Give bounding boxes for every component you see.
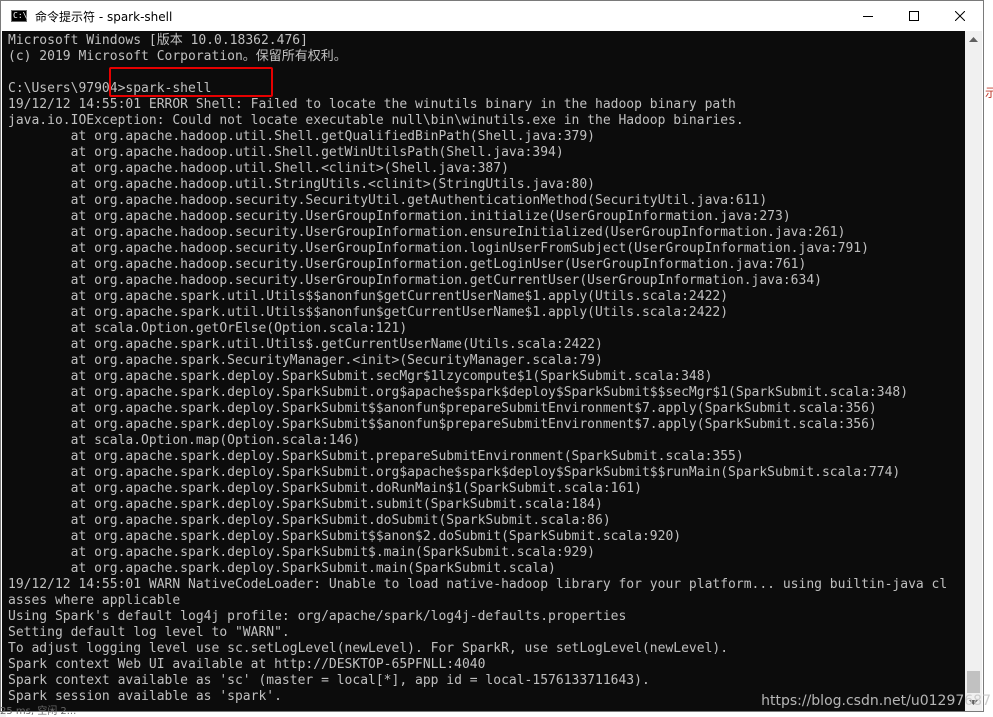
- console-line: Microsoft Windows [版本 10.0.18362.476]: [8, 33, 308, 48]
- background-page-right: [983, 0, 993, 717]
- cmd-window: C:\ 命令提示符 - spark-shell Microsoft Window…: [0, 0, 984, 712]
- console-output[interactable]: Microsoft Windows [版本 10.0.18362.476] (c)…: [2, 31, 966, 711]
- console-line: at org.apache.spark.util.Utils$$anonfun$…: [8, 305, 729, 320]
- console-line: at org.apache.spark.deploy.SparkSubmit$$…: [8, 529, 682, 544]
- minimize-button[interactable]: [845, 1, 891, 31]
- maximize-button[interactable]: [891, 1, 937, 31]
- console-line: at org.apache.spark.deploy.SparkSubmit.d…: [8, 513, 611, 528]
- console-line: at org.apache.spark.deploy.SparkSubmit.s…: [8, 369, 713, 384]
- cmd-icon: C:\: [11, 10, 27, 22]
- close-button[interactable]: [937, 1, 983, 31]
- console-line: at org.apache.hadoop.security.UserGroupI…: [8, 241, 869, 256]
- background-bottom-text: 25 ms, 空闲 2...: [0, 706, 77, 717]
- console-line: at org.apache.hadoop.security.UserGroupI…: [8, 209, 791, 224]
- console-line: at org.apache.spark.util.Utils$.getCurre…: [8, 337, 603, 352]
- console-line: at org.apache.hadoop.security.SecurityUt…: [8, 193, 768, 208]
- console-line: at org.apache.hadoop.security.UserGroupI…: [8, 257, 807, 272]
- cmd-icon-glyph: C:\: [13, 11, 28, 20]
- console-line: at scala.Option.getOrElse(Option.scala:1…: [8, 321, 408, 336]
- console-line: at org.apache.spark.deploy.SparkSubmit.o…: [8, 385, 909, 400]
- console-line: at org.apache.spark.deploy.SparkSubmit.d…: [8, 481, 642, 496]
- background-right-text: 示: [985, 86, 993, 100]
- scroll-thumb[interactable]: [967, 671, 980, 693]
- console-line: java.io.IOException: Could not locate ex…: [8, 113, 744, 128]
- scroll-up-button[interactable]: [965, 31, 982, 48]
- close-icon: [955, 11, 965, 21]
- console-line: at org.apache.spark.deploy.SparkSubmit.o…: [8, 465, 901, 480]
- console-line: at org.apache.spark.deploy.SparkSubmit$$…: [8, 417, 877, 432]
- console-line: at org.apache.hadoop.util.Shell.getQuali…: [8, 129, 595, 144]
- screenshot: 示 C:\ 命令提示符 - spark-shell Microsoft Wind…: [0, 0, 993, 717]
- scroll-up-icon: [969, 37, 978, 42]
- vertical-scrollbar[interactable]: [965, 31, 982, 711]
- maximize-icon: [909, 11, 919, 21]
- console-line: Spark context available as 'sc' (master …: [8, 673, 650, 688]
- console-line: at org.apache.spark.SecurityManager.<ini…: [8, 353, 603, 368]
- minimize-icon: [863, 16, 873, 17]
- console-line: Using Spark's default log4j profile: org…: [8, 609, 627, 624]
- console-line: at org.apache.hadoop.util.Shell.getWinUt…: [8, 145, 564, 160]
- console-text: Microsoft Windows [版本 10.0.18362.476] (c)…: [8, 33, 947, 705]
- console-line: at org.apache.spark.util.Utils$$anonfun$…: [8, 289, 729, 304]
- console-line: 19/12/12 14:55:01 ERROR Shell: Failed to…: [8, 97, 736, 112]
- console-line: at scala.Option.map(Option.scala:146): [8, 433, 361, 448]
- console-line: at org.apache.hadoop.security.UserGroupI…: [8, 225, 846, 240]
- console-line: To adjust logging level use sc.setLogLev…: [8, 641, 729, 656]
- console-line: at org.apache.spark.deploy.SparkSubmit.m…: [8, 561, 556, 576]
- console-line: at org.apache.spark.deploy.SparkSubmit$.…: [8, 545, 595, 560]
- console-line: (c) 2019 Microsoft Corporation。保留所有权利。: [8, 49, 347, 64]
- console-line: at org.apache.hadoop.util.StringUtils.<c…: [8, 177, 595, 192]
- watermark: https://blog.csdn.net/u01297687: [761, 693, 991, 709]
- console-line: Setting default log level to "WARN".: [8, 625, 290, 640]
- window-controls: [845, 1, 983, 31]
- console-line: at org.apache.spark.deploy.SparkSubmit$$…: [8, 401, 877, 416]
- console-line: at org.apache.hadoop.util.Shell.<clinit>…: [8, 161, 509, 176]
- console-line: at org.apache.spark.deploy.SparkSubmit.p…: [8, 449, 744, 464]
- console-line: C:\Users\97904>spark-shell: [8, 81, 212, 96]
- window-title: 命令提示符 - spark-shell: [35, 9, 173, 24]
- console-line: at org.apache.spark.deploy.SparkSubmit.s…: [8, 497, 603, 512]
- console-line: at org.apache.hadoop.security.UserGroupI…: [8, 273, 822, 288]
- console-line: Spark context Web UI available at http:/…: [8, 657, 486, 672]
- console-line: 19/12/12 14:55:01 WARN NativeCodeLoader:…: [8, 577, 948, 592]
- title-bar[interactable]: C:\ 命令提示符 - spark-shell: [1, 1, 983, 31]
- console-line: asses where applicable: [8, 593, 181, 608]
